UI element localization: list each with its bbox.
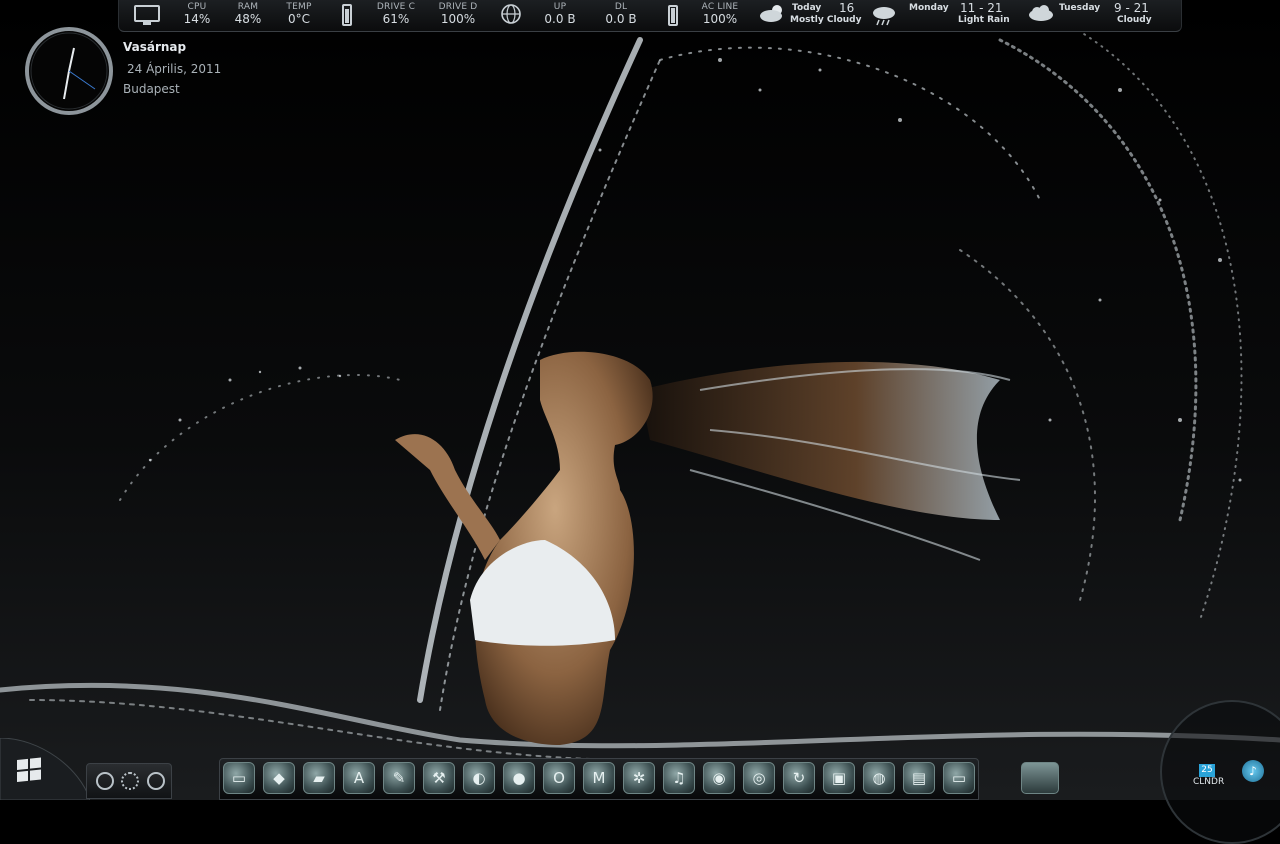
start-button[interactable] — [0, 738, 90, 800]
weather-monday-condition: Light Rain — [958, 15, 1010, 25]
drive-d-stat: DRIVE D 100% — [426, 2, 490, 26]
weather-today-temp: 16 — [839, 1, 855, 15]
recycle-bin-icon[interactable] — [1021, 762, 1059, 794]
temp-value: 0°C — [287, 12, 310, 26]
drive-c-value: 61% — [382, 12, 410, 26]
camera-icon[interactable]: ▣ — [823, 762, 855, 794]
dvd-icon[interactable]: ◉ — [703, 762, 735, 794]
volume-icon[interactable]: ♪ — [1242, 760, 1264, 782]
font-viewer-icon[interactable]: A — [343, 762, 375, 794]
globe-icon — [501, 4, 521, 24]
globe-icon[interactable]: ◍ — [863, 762, 895, 794]
webcam-icon[interactable] — [96, 772, 114, 790]
weather-tuesday: Tuesday 9 - 21 Cloudy — [1027, 1, 1167, 31]
computer-icon[interactable]: ▭ — [223, 762, 255, 794]
download-value: 0.0 B — [605, 12, 637, 26]
download-label: DL — [614, 2, 628, 12]
weather-tuesday-temp: 9 - 21 — [1114, 1, 1149, 15]
ac-line-value: 100% — [702, 12, 738, 26]
battery-icon — [668, 5, 678, 26]
opera-icon[interactable]: O — [543, 762, 575, 794]
upload-label: UP — [553, 2, 567, 12]
weather-tuesday-day: Tuesday — [1059, 3, 1101, 13]
tools-icon[interactable]: ⚒ — [423, 762, 455, 794]
drive-d-value: 100% — [440, 12, 476, 26]
clock-date: 24 Április, 2011 — [127, 62, 222, 76]
weather-tuesday-condition: Cloudy — [1117, 15, 1152, 25]
quick-launch — [86, 763, 172, 799]
analog-clock[interactable] — [24, 26, 114, 116]
rain-cloud-icon — [873, 7, 895, 26]
drive-icon[interactable]: ◆ — [263, 762, 295, 794]
drive-d-label: DRIVE D — [438, 2, 478, 12]
media-icon[interactable]: ◐ — [463, 762, 495, 794]
temp-stat: TEMP 0°C — [267, 2, 331, 26]
cloud-icon — [1029, 5, 1053, 21]
power-icon[interactable] — [147, 772, 165, 790]
disc-icon[interactable]: ● — [503, 762, 535, 794]
monitor-icon — [134, 5, 160, 25]
application-dock: ▭ ◆ ▰ A ✎ ⚒ ◐ ● O M ✲ ♫ ◉ ◎ ↻ ▣ ◍ ▤ ▭ — [219, 758, 979, 800]
calendar-label: CLNDR — [1193, 777, 1225, 787]
ac-line-stat: AC LINE 100% — [688, 2, 752, 26]
desktop-wallpaper — [0, 0, 1280, 800]
weather-monday-temp: 11 - 21 — [960, 1, 1003, 15]
weather-today-condition: Mostly Cloudy — [790, 15, 862, 25]
cd-icon[interactable]: ◎ — [743, 762, 775, 794]
folder-icon[interactable]: ▰ — [303, 762, 335, 794]
monitor-icon[interactable]: ▭ — [943, 762, 975, 794]
partly-cloudy-icon — [760, 5, 782, 22]
music-icon[interactable]: ♫ — [663, 762, 695, 794]
upload-value: 0.0 B — [544, 12, 576, 26]
weather-today: Today 16 Mostly Cloudy — [759, 1, 862, 31]
temp-label: TEMP — [286, 2, 312, 12]
weather-monday-day: Monday — [909, 3, 949, 13]
clock-city: Budapest — [123, 82, 180, 96]
calendar-day: 25 — [1199, 764, 1215, 777]
weather-today-day: Today — [792, 3, 822, 13]
sync-icon[interactable]: ↻ — [783, 762, 815, 794]
ac-line-label: AC LINE — [701, 2, 739, 12]
upload-stat: UP 0.0 B — [528, 2, 592, 26]
battery-small-icon — [342, 4, 352, 26]
photo-icon[interactable]: ▤ — [903, 762, 935, 794]
calendar-widget[interactable]: 25 CLNDR — [1193, 764, 1225, 787]
clock-info: Vasárnap 24 Április, 2011 Budapest — [123, 40, 221, 96]
download-stat: DL 0.0 B — [589, 2, 653, 26]
weather-monday: Monday 11 - 21 Light Rain — [871, 1, 1011, 31]
drive-c-label: DRIVE C — [376, 2, 416, 12]
drive-c-stat: DRIVE C 61% — [364, 2, 428, 26]
app-icon[interactable]: M — [583, 762, 615, 794]
clock-day: Vasárnap — [123, 40, 187, 54]
settings-gear-icon[interactable] — [121, 772, 139, 790]
system-monitor-bar: CPU 14% RAM 48% TEMP 0°C DRIVE C 61% DRI… — [118, 0, 1182, 32]
edit-icon[interactable]: ✎ — [383, 762, 415, 794]
film-reel-icon[interactable]: ✲ — [623, 762, 655, 794]
